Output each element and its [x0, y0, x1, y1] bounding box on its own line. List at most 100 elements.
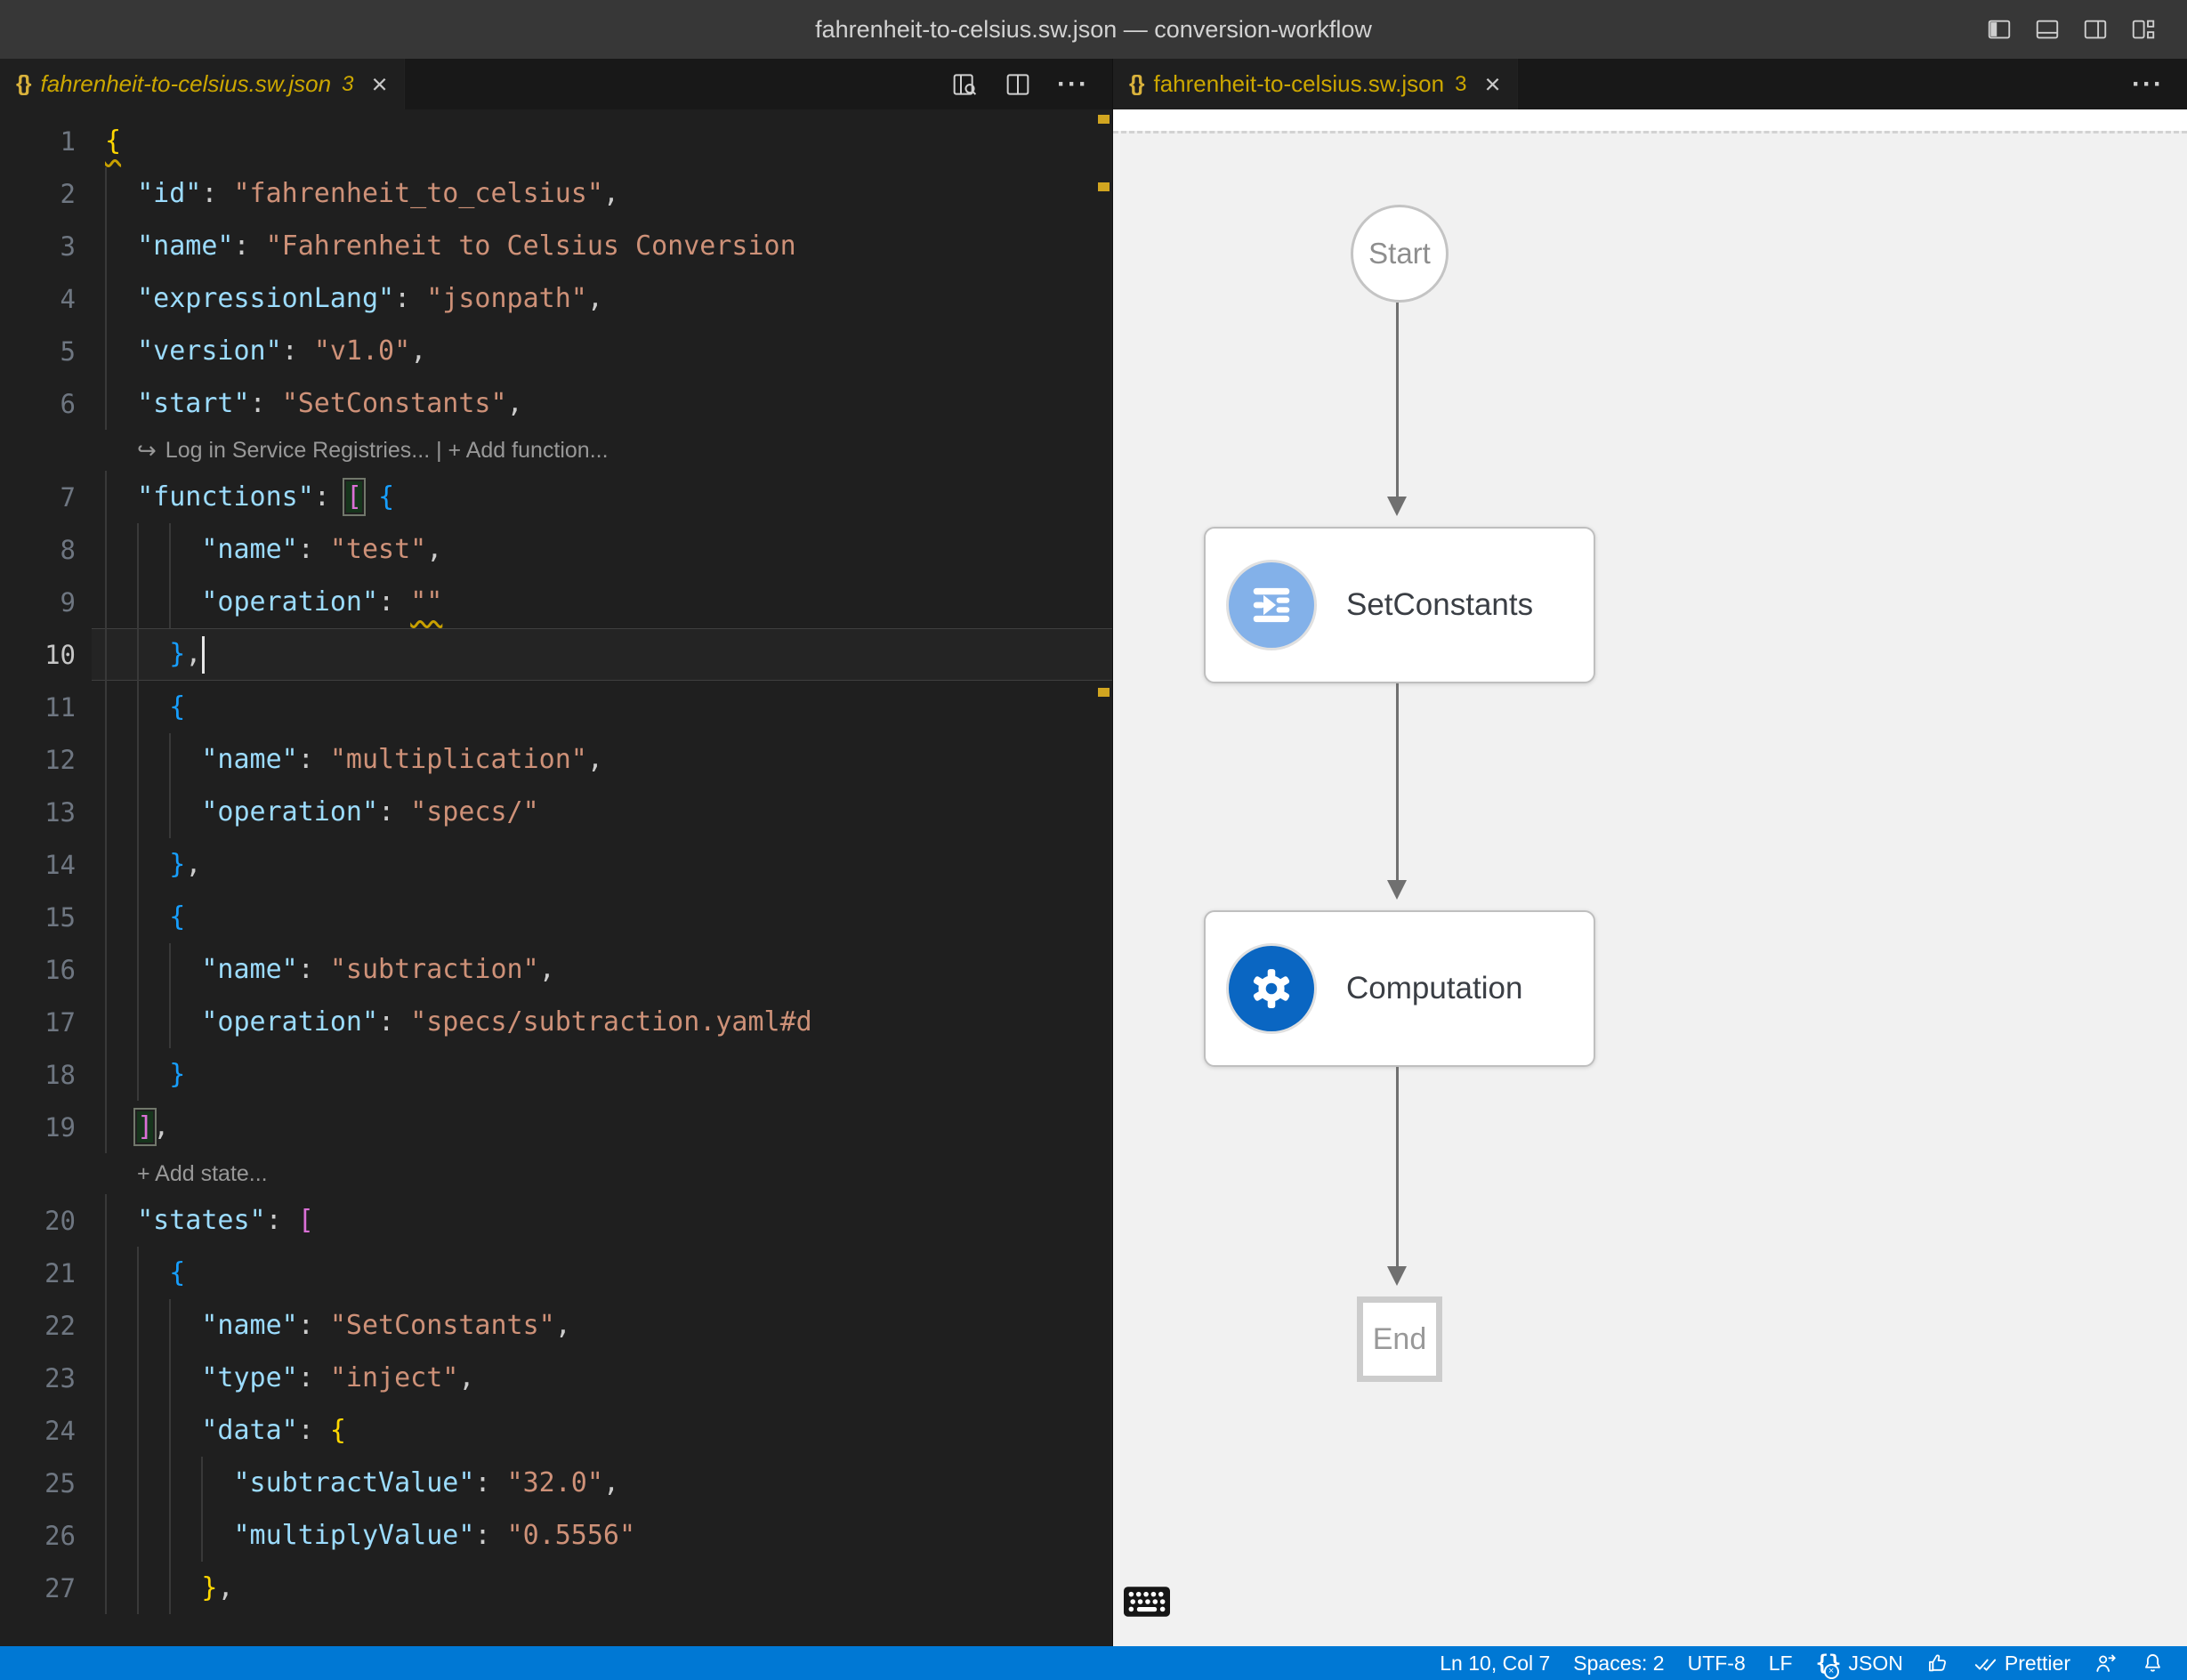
editor-actions: ···: [2132, 59, 2187, 109]
titlebar: fahrenheit-to-celsius.sw.json — conversi…: [0, 0, 2187, 59]
code-line-8[interactable]: 8 "name": "test",: [0, 523, 1112, 576]
more-actions-icon[interactable]: ···: [1057, 69, 1089, 100]
operation-state-gear-icon: [1229, 946, 1314, 1031]
codelens-link[interactable]: ↪Log in Service Registries... | + Add fu…: [0, 430, 1112, 471]
workflow-edge-arrow: [1396, 683, 1399, 891]
customize-layout-icon[interactable]: [2130, 16, 2157, 43]
code-line-1[interactable]: 1{: [0, 115, 1112, 167]
workflow-edge-arrow: [1396, 1067, 1399, 1277]
code-line-11[interactable]: 11 {: [0, 681, 1112, 733]
close-tab-icon[interactable]: ×: [1484, 70, 1500, 98]
tab-problems-badge: 3: [342, 72, 353, 97]
status-language-mode[interactable]: {}× JSON: [1804, 1646, 1915, 1680]
status-encoding[interactable]: UTF-8: [1676, 1646, 1757, 1680]
toggle-secondary-sidebar-icon[interactable]: [2082, 16, 2109, 43]
window-title: fahrenheit-to-celsius.sw.json — conversi…: [815, 16, 1372, 44]
double-check-icon: [1973, 1652, 1997, 1676]
toggle-primary-sidebar-icon[interactable]: [1986, 16, 2013, 43]
workflow-edge-arrow: [1396, 303, 1399, 507]
code-line-17[interactable]: 17 "operation": "specs/subtraction.yaml#…: [0, 996, 1112, 1048]
code-line-4[interactable]: 4 "expressionLang": "jsonpath",: [0, 272, 1112, 325]
status-notifications[interactable]: [2129, 1646, 2176, 1680]
code-line-25[interactable]: 25 "subtractValue": "32.0",: [0, 1457, 1112, 1509]
code-line-10[interactable]: 10 },: [0, 628, 1112, 681]
code-line-14[interactable]: 14 },: [0, 838, 1112, 891]
editor-group-text: {} fahrenheit-to-celsius.sw.json 3 × ···: [0, 59, 1113, 1646]
line-number: 17: [0, 1007, 92, 1038]
left-tabbar: {} fahrenheit-to-celsius.sw.json 3 × ···: [0, 59, 1112, 109]
code-line-22[interactable]: 22 "name": "SetConstants",: [0, 1299, 1112, 1352]
line-number: 3: [0, 231, 92, 262]
line-number: 2: [0, 179, 92, 209]
overview-ruler-warning: [1098, 688, 1110, 697]
tab-fahrenheit-to-celsius-json-preview[interactable]: {} fahrenheit-to-celsius.sw.json 3 ×: [1113, 59, 1518, 109]
code-line-27[interactable]: 27 },: [0, 1562, 1112, 1614]
line-number: 9: [0, 587, 92, 618]
tab-fahrenheit-to-celsius-json[interactable]: {} fahrenheit-to-celsius.sw.json 3 ×: [0, 59, 405, 109]
overview-ruler-warning: [1098, 182, 1110, 191]
code-line-7[interactable]: 7 "functions": [ {: [0, 471, 1112, 523]
codelens-link[interactable]: + Add state...: [0, 1153, 1112, 1194]
code-line-6[interactable]: 6 "start": "SetConstants",: [0, 377, 1112, 430]
more-actions-icon[interactable]: ···: [2132, 69, 2164, 100]
line-number: 1: [0, 126, 92, 157]
code-line-15[interactable]: 15 {: [0, 891, 1112, 943]
keyboard-shortcuts-icon[interactable]: [1124, 1587, 1170, 1619]
status-formatter-prettier[interactable]: Prettier: [1962, 1646, 2082, 1680]
inject-state-icon: [1229, 562, 1314, 648]
open-preview-icon[interactable]: [950, 70, 979, 99]
line-number: 24: [0, 1416, 92, 1446]
toggle-panel-icon[interactable]: [2034, 16, 2061, 43]
line-number: 12: [0, 745, 92, 775]
status-indentation[interactable]: Spaces: 2: [1562, 1646, 1675, 1680]
workflow-diagram-canvas[interactable]: Start: [1113, 131, 2187, 1646]
line-number: 16: [0, 955, 92, 985]
editor[interactable]: 1{2 "id": "fahrenheit_to_celsius",3 "nam…: [0, 109, 1112, 1646]
editor-actions: ···: [950, 59, 1112, 109]
close-tab-icon[interactable]: ×: [371, 70, 387, 98]
status-eol[interactable]: LF: [1757, 1646, 1804, 1680]
workflow-node-setconstants[interactable]: SetConstants: [1204, 527, 1595, 683]
code-line-26[interactable]: 26 "multiplyValue": "0.5556": [0, 1509, 1112, 1562]
workflow-node-computation[interactable]: Computation: [1204, 910, 1595, 1067]
code-lines: 1{2 "id": "fahrenheit_to_celsius",3 "nam…: [0, 115, 1112, 1614]
status-account[interactable]: [2082, 1646, 2129, 1680]
status-cursor-position[interactable]: Ln 10, Col 7: [1428, 1646, 1562, 1680]
code-line-24[interactable]: 24 "data": {: [0, 1404, 1112, 1457]
person-arrow-icon: [2094, 1652, 2118, 1676]
bell-icon: [2141, 1652, 2165, 1676]
split-editor-icon[interactable]: [1004, 70, 1032, 99]
code-line-9[interactable]: 9 "operation": "": [0, 576, 1112, 628]
code-line-19[interactable]: 19 ],: [0, 1101, 1112, 1153]
node-label: SetConstants: [1346, 587, 1533, 623]
line-number: 7: [0, 482, 92, 513]
overview-ruler-warning: [1098, 115, 1110, 124]
workflow-start-node[interactable]: Start: [1351, 205, 1449, 303]
line-number: 5: [0, 336, 92, 367]
layout-controls: [1986, 0, 2157, 59]
code-line-20[interactable]: 20 "states": [: [0, 1194, 1112, 1247]
code-line-3[interactable]: 3 "name": "Fahrenheit to Celsius Convers…: [0, 220, 1112, 272]
tab-label: fahrenheit-to-celsius.sw.json: [40, 70, 331, 98]
line-number: 21: [0, 1258, 92, 1288]
workflow-end-node[interactable]: End: [1357, 1296, 1442, 1382]
line-number: 19: [0, 1112, 92, 1143]
line-number: 13: [0, 797, 92, 828]
code-line-12[interactable]: 12 "name": "multiplication",: [0, 733, 1112, 786]
editor-groups: {} fahrenheit-to-celsius.sw.json 3 × ···: [0, 59, 2187, 1646]
code-line-16[interactable]: 16 "name": "subtraction",: [0, 943, 1112, 996]
text-cursor: [202, 636, 205, 674]
code-line-13[interactable]: 13 "operation": "specs/": [0, 786, 1112, 838]
code-line-2[interactable]: 2 "id": "fahrenheit_to_celsius",: [0, 167, 1112, 220]
code-line-18[interactable]: 18 }: [0, 1048, 1112, 1101]
line-number: 26: [0, 1521, 92, 1551]
status-feedback[interactable]: [1915, 1646, 1962, 1680]
code-line-21[interactable]: 21 {: [0, 1247, 1112, 1299]
code-line-23[interactable]: 23 "type": "inject",: [0, 1352, 1112, 1404]
workflow-preview: Start: [1113, 109, 2187, 1646]
line-number: 15: [0, 902, 92, 933]
tab-problems-badge: 3: [1455, 72, 1466, 97]
line-number: 23: [0, 1363, 92, 1393]
right-tabbar: {} fahrenheit-to-celsius.sw.json 3 × ···: [1113, 59, 2187, 109]
code-line-5[interactable]: 5 "version": "v1.0",: [0, 325, 1112, 377]
